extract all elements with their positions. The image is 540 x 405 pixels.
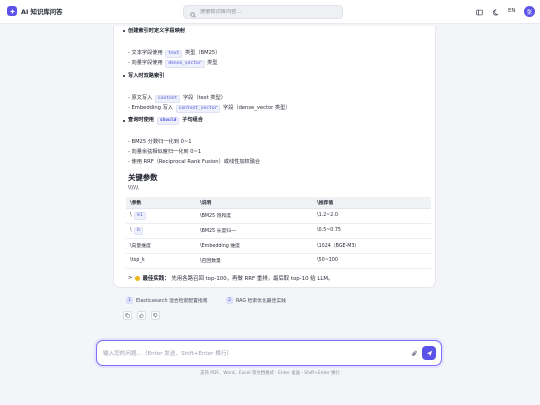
top-bar: AI 知识库问答 EN 张 xyxy=(0,0,540,24)
list-item: - 使用 RRF（Reciprocal Rank Fusion）或线性加权融合 xyxy=(128,159,261,165)
best-practice-tip: > 最佳实践： 先用各路召回 top-100，再做 RRF 重排，最后取 top… xyxy=(128,275,334,282)
language-switch[interactable]: EN xyxy=(508,8,515,14)
params-heading: 关键参数 xyxy=(128,173,158,182)
list-item: - 原文写入 content 字段（text 类型） xyxy=(128,95,226,103)
inline-code: b xyxy=(134,226,143,235)
search-box[interactable] xyxy=(183,5,343,19)
source-label: Elasticsearch 混合检索配置指南 xyxy=(136,298,208,304)
table-cell: \ k1 xyxy=(126,208,196,224)
source-label: RAG 检索优化最佳实践 xyxy=(236,298,286,304)
copy-button[interactable] xyxy=(123,311,132,320)
list-item: - 向量字段使用 dense_vector 类型 xyxy=(128,60,218,68)
table-header: \参数 xyxy=(126,197,196,209)
section-title: 写入时双路索引 xyxy=(128,73,165,79)
send-icon xyxy=(426,350,432,356)
table-header-row: \参数 \说明 \推荐值 xyxy=(126,197,431,209)
inline-code: content xyxy=(154,95,181,103)
inline-code: text xyxy=(165,50,183,58)
table-row: \top_k \召回数量 \50~100 xyxy=(126,253,431,269)
list-item: - BM25 分数归一化到 0~1 xyxy=(128,139,192,145)
thumbs-up-icon xyxy=(139,313,144,318)
escape-text: \\\\\\ xyxy=(128,185,139,191)
table-cell: \召回数量 xyxy=(196,253,313,269)
table-cell: \0.5~0.75 xyxy=(313,223,431,239)
table-cell: \BM25 长度归一 xyxy=(196,223,313,239)
composer-hint: 支持 PDF、Word、Excel 等文档格式 · Enter 发送 · Shi… xyxy=(200,371,340,376)
table-cell: \Embedding 维度 xyxy=(196,238,313,254)
thumbs-down-icon xyxy=(153,313,158,318)
table-header: \说明 xyxy=(196,197,313,209)
list-item: - 向量余弦相似度归一化到 0~1 xyxy=(128,149,202,155)
message-composer xyxy=(96,340,442,366)
avatar[interactable]: 张 xyxy=(524,6,535,17)
source-index: 1 xyxy=(126,296,133,304)
table-header: \推荐值 xyxy=(313,197,431,209)
table-row: \ b \BM25 长度归一 \0.5~0.75 xyxy=(126,223,431,239)
source-index: 2 xyxy=(226,296,233,304)
lightbulb-icon xyxy=(134,275,140,281)
source-chip[interactable]: 2 RAG 检索优化最佳实践 xyxy=(226,294,286,306)
inline-code: content_vector xyxy=(175,105,221,113)
table-cell: \BM25 饱和度 xyxy=(196,208,313,224)
moon-icon[interactable] xyxy=(491,7,501,17)
table-cell: \ b xyxy=(126,223,196,239)
list-item: - 文本字段使用 text 类型（BM25） xyxy=(128,50,221,58)
inline-code: dense_vector xyxy=(165,60,205,68)
table-cell: \top_k xyxy=(126,253,196,269)
thumbs-down-button[interactable] xyxy=(151,311,160,320)
send-button[interactable] xyxy=(422,346,436,360)
tip-text: 先用各路召回 top-100，再做 RRF 重排，最后取 top-10 给 LL… xyxy=(171,276,334,282)
brand[interactable]: AI 知识库问答 xyxy=(7,6,63,16)
sidebar-toggle-icon[interactable] xyxy=(474,7,484,17)
paperclip-icon[interactable] xyxy=(409,348,419,358)
inline-code: k1 xyxy=(134,211,146,220)
table-cell: \向量维度 xyxy=(126,238,196,254)
table-cell: \50~100 xyxy=(313,253,431,269)
copy-icon xyxy=(125,313,130,318)
table-cell: \1024（BGE-M3） xyxy=(313,238,431,254)
params-table: \参数 \说明 \推荐值 \ k1 \BM25 饱和度 \1.2~2.0 \ b… xyxy=(126,197,431,269)
search-input[interactable] xyxy=(200,9,340,15)
section-title: 创建索引时定义字段映射 xyxy=(128,28,186,34)
table-cell: \1.2~2.0 xyxy=(313,208,431,224)
thumbs-up-button[interactable] xyxy=(137,311,146,320)
message-input[interactable] xyxy=(103,349,393,359)
app-logo-icon xyxy=(7,6,17,16)
table-row: \向量维度 \Embedding 维度 \1024（BGE-M3） xyxy=(126,238,431,254)
tip-label: 最佳实践： xyxy=(142,276,170,282)
search-icon xyxy=(190,3,196,22)
list-item: - Embedding 写入 content_vector 字段（dense_v… xyxy=(128,105,291,113)
section-title: 查询时使用 should 子句组合 xyxy=(128,117,203,125)
app-title: AI 知识库问答 xyxy=(21,7,63,16)
table-row: \ k1 \BM25 饱和度 \1.2~2.0 xyxy=(126,208,431,224)
inline-code: should xyxy=(156,117,180,125)
source-chip[interactable]: 1 Elasticsearch 混合检索配置指南 xyxy=(126,294,208,306)
